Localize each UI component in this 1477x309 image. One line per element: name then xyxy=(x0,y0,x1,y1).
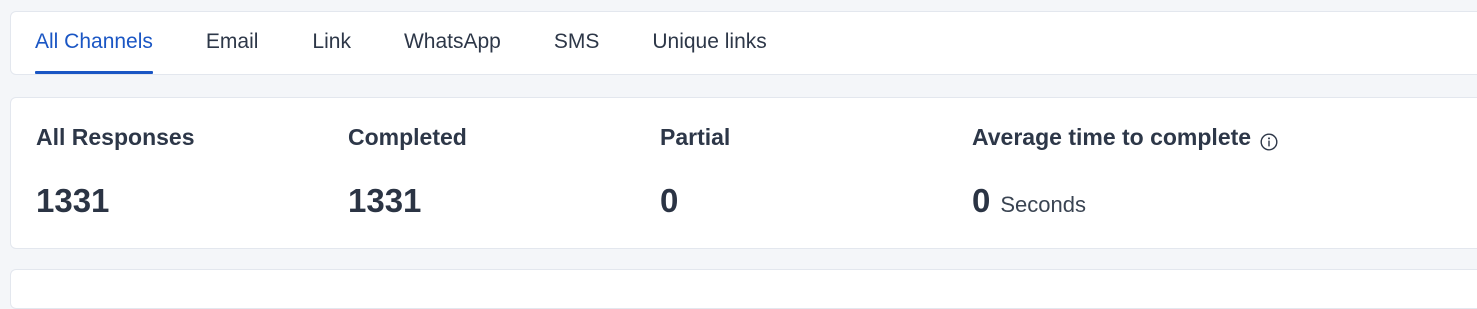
tab-unique-links[interactable]: Unique links xyxy=(652,12,766,74)
tab-link[interactable]: Link xyxy=(312,12,351,74)
stat-label: Completed xyxy=(348,124,467,150)
info-icon[interactable] xyxy=(1260,130,1278,151)
stat-value: 1331 xyxy=(348,182,422,219)
tab-sms[interactable]: SMS xyxy=(554,12,600,74)
stat-label-wrapper: Average time to complete xyxy=(972,124,1278,151)
stat-label: All Responses xyxy=(36,124,195,150)
tab-whatsapp[interactable]: WhatsApp xyxy=(404,12,501,74)
stat-label: Partial xyxy=(660,124,731,150)
tab-email[interactable]: Email xyxy=(206,12,259,74)
response-stats-card: All Responses 1331 Completed 1331 Partia… xyxy=(10,97,1477,249)
next-card xyxy=(10,269,1477,309)
tab-all-channels[interactable]: All Channels xyxy=(35,12,153,74)
stat-value: 0 xyxy=(660,182,679,219)
channel-tabs-card: All Channels Email Link WhatsApp SMS Uni… xyxy=(10,11,1477,75)
stat-value: 1331 xyxy=(36,182,110,219)
stat-unit: Seconds xyxy=(1000,192,1086,217)
channel-tabs: All Channels Email Link WhatsApp SMS Uni… xyxy=(35,12,767,74)
stat-value-wrapper: 0 Seconds xyxy=(972,182,1086,220)
stat-value: 0 xyxy=(972,182,991,219)
stat-label: Average time to complete xyxy=(972,124,1252,150)
